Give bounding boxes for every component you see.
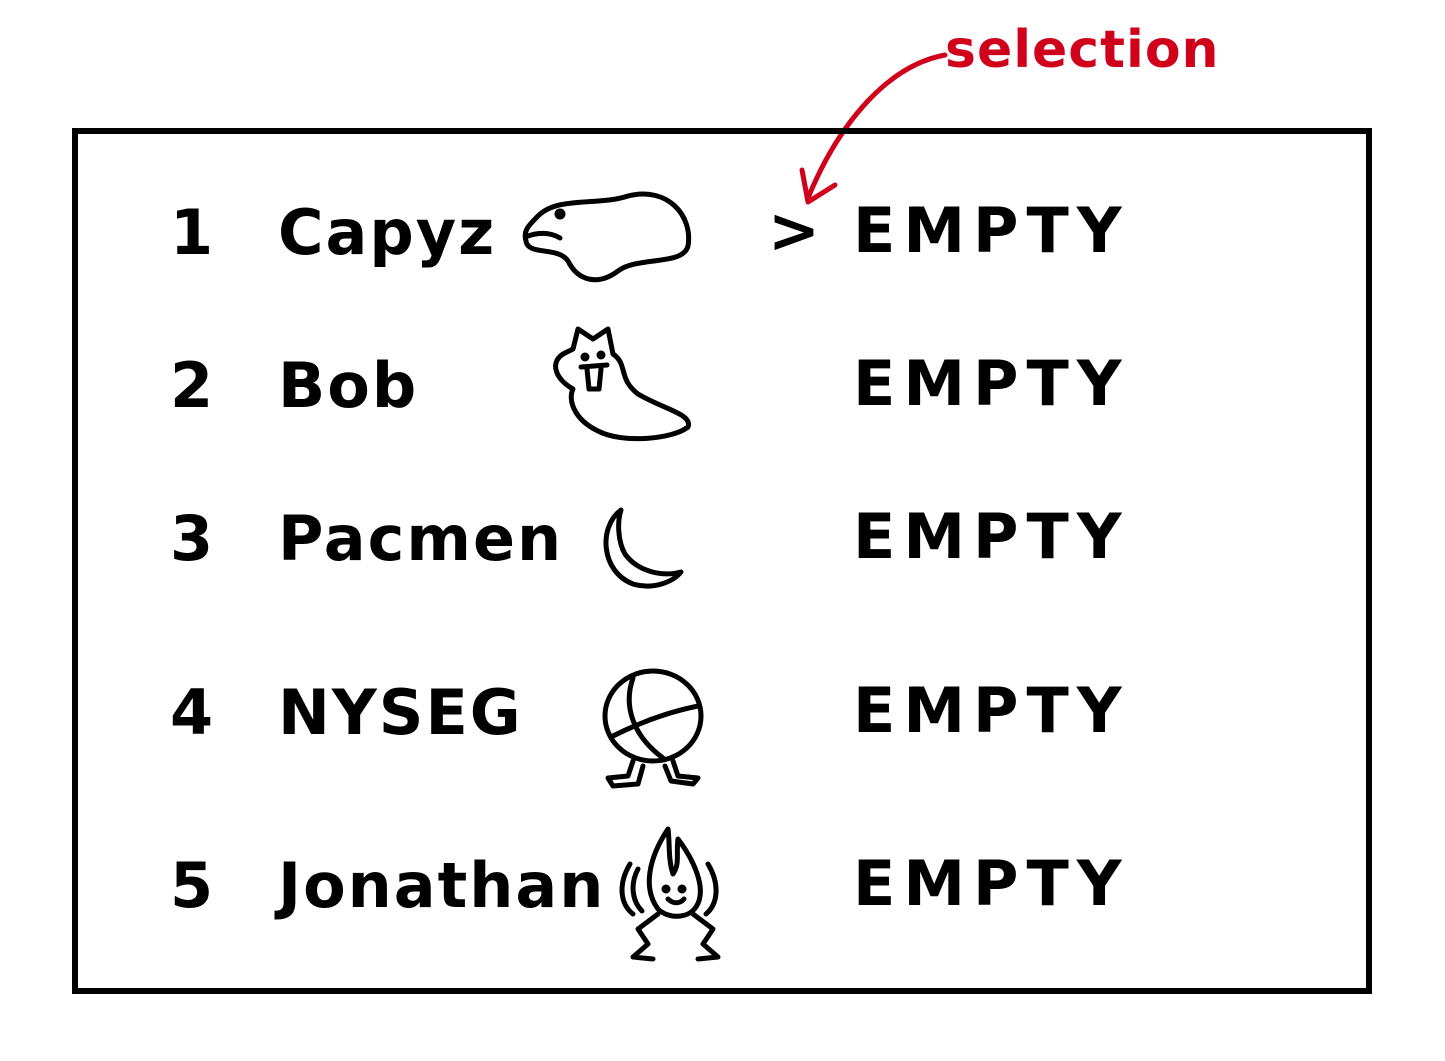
slot-name: Bob	[278, 349, 419, 422]
party-slot-row[interactable]: 2 Bob EMPTY	[78, 326, 1366, 459]
ball-with-feet-creature-icon	[602, 668, 704, 789]
party-slot-row[interactable]: 1 Capyz > EMPTY	[78, 186, 1366, 306]
flame-dancer-creature-icon	[619, 826, 721, 962]
slot-number: 3	[170, 502, 214, 575]
crescent-moon-creature-icon	[603, 507, 684, 589]
slot-status: EMPTY	[853, 674, 1130, 747]
slot-name: Jonathan	[278, 849, 606, 922]
selection-annotation-label: selection	[945, 20, 1220, 80]
selection-cursor: >	[768, 194, 820, 267]
party-slot-row[interactable]: 3 Pacmen EMPTY	[78, 492, 1366, 612]
party-list-panel: 1 Capyz > EMPTY 2 Bob EMPTY 3 Pacmen EMP…	[72, 128, 1372, 994]
ghost-tongue-creature-icon	[553, 326, 691, 442]
slot-status: EMPTY	[853, 500, 1130, 573]
slot-number: 1	[170, 196, 214, 269]
slot-number: 4	[170, 676, 214, 749]
party-slot-row[interactable]: 4 NYSEG EMPTY	[78, 666, 1366, 789]
slot-status: EMPTY	[853, 847, 1130, 920]
slot-status: EMPTY	[853, 194, 1130, 267]
slot-number: 2	[170, 349, 214, 422]
slot-name: Pacmen	[278, 502, 564, 575]
slot-status: EMPTY	[853, 347, 1130, 420]
slot-number: 5	[170, 849, 214, 922]
party-slot-row[interactable]: 5 Jonathan EMPTY	[78, 826, 1366, 962]
slot-name: NYSEG	[278, 676, 523, 749]
slot-name: Capyz	[278, 196, 497, 269]
blob-creature-icon	[522, 191, 692, 283]
